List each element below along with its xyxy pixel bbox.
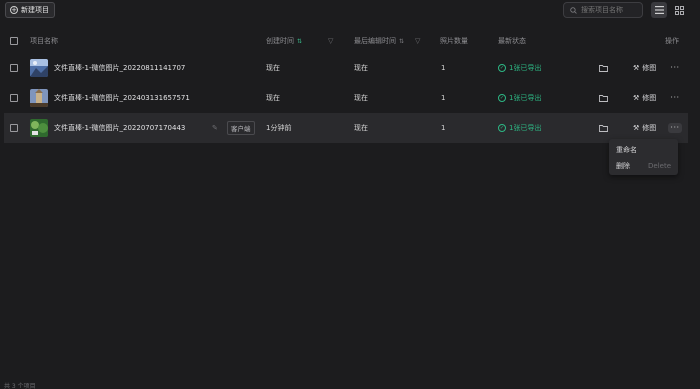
check-circle-icon: ✓ bbox=[498, 94, 506, 102]
project-name[interactable]: 文件直棒-1-微信图片_20240313165757​1 bbox=[54, 83, 190, 113]
retouch-label: 修图 bbox=[642, 64, 657, 72]
retouch-label: 修图 bbox=[642, 124, 657, 132]
created-time: 现在 bbox=[266, 64, 280, 72]
row-context-menu: 重命名 删除 Delete bbox=[609, 139, 678, 175]
new-project-button[interactable]: + 新建项目 bbox=[5, 2, 55, 18]
more-options-icon[interactable]: ··· bbox=[668, 123, 682, 133]
column-header-created-label: 创建时间 bbox=[266, 37, 294, 45]
filter-icon[interactable]: ▽ bbox=[328, 37, 333, 45]
project-thumbnail bbox=[30, 119, 48, 137]
more-options-icon[interactable]: ··· bbox=[668, 93, 682, 103]
photo-count: 1 bbox=[441, 64, 446, 72]
column-header-edited[interactable]: 最后编辑时间 ⇅ bbox=[354, 31, 404, 51]
check-circle-icon: ✓ bbox=[498, 64, 506, 72]
delete-shortcut-hint: Delete bbox=[648, 162, 671, 170]
menu-item-rename-label: 重命名 bbox=[616, 146, 637, 154]
list-view-icon bbox=[654, 6, 664, 14]
edited-time: 现在 bbox=[354, 94, 368, 102]
check-circle-icon: ✓ bbox=[498, 124, 506, 132]
column-header-status: 最新状态 bbox=[498, 37, 526, 45]
search-icon bbox=[570, 6, 577, 14]
magic-wand-icon: ⚒ bbox=[633, 94, 640, 102]
menu-item-rename[interactable]: 重命名 bbox=[609, 142, 678, 158]
edit-name-icon[interactable]: ✎ bbox=[212, 113, 218, 143]
sort-icon: ⇅ bbox=[297, 37, 303, 45]
client-tag: 客户端 bbox=[227, 121, 255, 135]
photo-count: 1 bbox=[441, 124, 446, 132]
project-thumbnail bbox=[30, 59, 48, 77]
menu-item-delete-label: 删除 bbox=[616, 162, 630, 170]
magic-wand-icon: ⚒ bbox=[633, 64, 640, 72]
project-name[interactable]: 文件直棒-1-微信图片_20220707170443 bbox=[54, 113, 185, 143]
folder-icon[interactable] bbox=[599, 83, 608, 113]
grid-view-button[interactable] bbox=[671, 2, 687, 18]
row-checkbox[interactable] bbox=[10, 64, 18, 72]
project-name[interactable]: 文件直棒-1-微信图片_20220811141707 bbox=[54, 53, 185, 83]
project-count: 共 3 个项目 bbox=[4, 383, 36, 389]
grid-view-icon bbox=[674, 5, 684, 15]
column-header-count: 照片数量 bbox=[440, 37, 468, 45]
edited-time: 现在 bbox=[354, 124, 368, 132]
table-row[interactable]: 文件直棒-1-微信图片_20220707170443 ✎ 客户端 1分钟前 现在… bbox=[4, 113, 688, 143]
table-header: 项目名称 创建时间 ⇅ ▽ 最后编辑时间 ⇅ ▽ 照片数量 最新状态 操作 bbox=[4, 31, 688, 51]
export-status: ✓ 1张已导出 bbox=[498, 63, 541, 73]
export-status-label: 1张已导出 bbox=[509, 94, 542, 102]
plus-icon: + bbox=[10, 5, 18, 14]
table-row[interactable]: 文件直棒-1-微信图片_20240313165757​1 现在 现在 1 ✓ 1… bbox=[4, 83, 688, 113]
folder-icon[interactable] bbox=[599, 53, 608, 83]
photo-count: 1 bbox=[441, 94, 446, 102]
column-header-actions: 操作 bbox=[665, 37, 679, 45]
project-thumbnail bbox=[30, 89, 48, 107]
filter-icon[interactable]: ▽ bbox=[415, 37, 420, 45]
retouch-label: 修图 bbox=[642, 94, 657, 102]
column-header-edited-label: 最后编辑时间 bbox=[354, 37, 396, 45]
top-toolbar: + 新建项目 bbox=[0, 0, 700, 22]
list-view-button[interactable] bbox=[651, 2, 667, 18]
menu-item-delete[interactable]: 删除 Delete bbox=[609, 158, 678, 174]
retouch-button[interactable]: ⚒ 修图 bbox=[633, 83, 656, 113]
search-input[interactable] bbox=[581, 6, 639, 14]
folder-icon[interactable] bbox=[599, 113, 608, 143]
created-time: 1分钟前 bbox=[266, 124, 292, 132]
created-time: 现在 bbox=[266, 94, 280, 102]
row-checkbox[interactable] bbox=[10, 94, 18, 102]
table-row[interactable]: 文件直棒-1-微信图片_20220811141707 现在 现在 1 ✓ 1张已… bbox=[4, 53, 688, 83]
edited-time: 现在 bbox=[354, 64, 368, 72]
export-status-label: 1张已导出 bbox=[509, 64, 542, 72]
select-all-checkbox[interactable] bbox=[10, 37, 18, 45]
column-header-created[interactable]: 创建时间 ⇅ bbox=[266, 31, 302, 51]
magic-wand-icon: ⚒ bbox=[633, 124, 640, 132]
export-status: ✓ 1张已导出 bbox=[498, 93, 541, 103]
more-options-icon[interactable]: ··· bbox=[668, 63, 682, 73]
export-status: ✓ 1张已导出 bbox=[498, 123, 541, 133]
search-box[interactable] bbox=[563, 2, 643, 18]
export-status-label: 1张已导出 bbox=[509, 124, 542, 132]
column-header-name: 项目名称 bbox=[30, 37, 58, 45]
row-checkbox[interactable] bbox=[10, 124, 18, 132]
retouch-button[interactable]: ⚒ 修图 bbox=[633, 53, 656, 83]
sort-icon: ⇅ bbox=[399, 37, 405, 45]
new-project-label: 新建项目 bbox=[21, 6, 49, 14]
